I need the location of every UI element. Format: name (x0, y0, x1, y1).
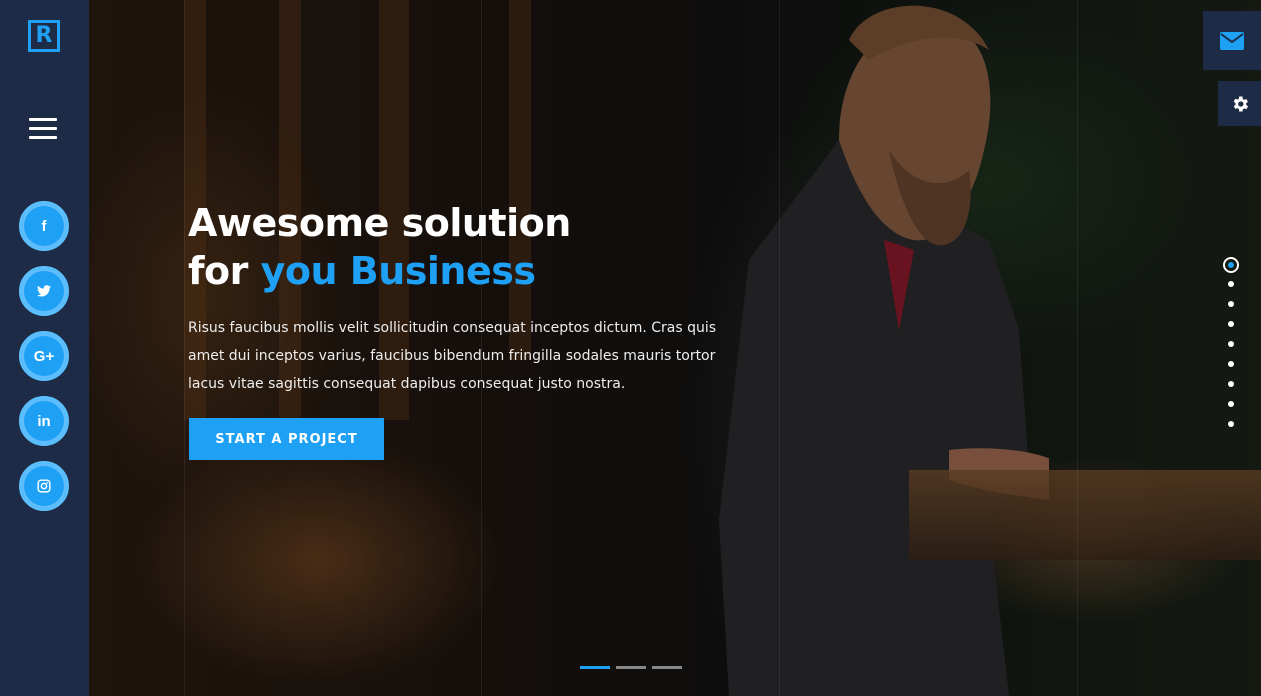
slider-dot[interactable] (1228, 421, 1234, 427)
slider-dot[interactable] (1228, 401, 1234, 407)
hero-title-line1: Awesome solution (188, 201, 571, 245)
slider-dot[interactable] (1228, 361, 1234, 367)
slider-dot[interactable] (1228, 381, 1234, 387)
envelope-icon (1220, 31, 1244, 50)
mail-button[interactable] (1203, 11, 1261, 70)
grid-line (1077, 0, 1078, 696)
google-plus-icon[interactable]: G+ (19, 331, 69, 381)
hamburger-icon[interactable] (29, 116, 57, 142)
linkedin-icon[interactable]: in (19, 396, 69, 446)
hero-title-accent: you Business (260, 249, 536, 293)
instagram-camera-icon (37, 479, 51, 493)
slider-dot[interactable] (1228, 281, 1234, 287)
slider-dot[interactable] (1228, 321, 1234, 327)
grid-line (779, 0, 780, 696)
settings-button[interactable] (1218, 81, 1261, 126)
slider-dot[interactable] (1228, 341, 1234, 347)
hero-section: Awesome solution for you Business Risus … (89, 0, 1261, 696)
slider-dot[interactable] (1228, 301, 1234, 307)
sidebar: R f G+ in (0, 0, 89, 696)
twitter-icon[interactable] (19, 266, 69, 316)
pager-bar[interactable] (580, 666, 610, 669)
twitter-bird-icon (37, 285, 51, 297)
logo[interactable]: R (28, 20, 60, 52)
pager-bar[interactable] (652, 666, 682, 669)
slider-dot[interactable] (1223, 257, 1239, 273)
start-project-button[interactable]: START A PROJECT (189, 418, 384, 460)
facebook-glyph: f (41, 217, 47, 235)
pager-bar[interactable] (616, 666, 646, 669)
facebook-icon[interactable]: f (19, 201, 69, 251)
linkedin-glyph: in (37, 412, 51, 430)
gear-icon (1233, 96, 1248, 111)
grid-line (184, 0, 185, 696)
hero-title: Awesome solution for you Business (188, 199, 788, 295)
hero-title-prefix: for (188, 249, 261, 293)
instagram-icon[interactable] (19, 461, 69, 511)
hero-description: Risus faucibus mollis velit sollicitudin… (188, 320, 717, 392)
google-plus-glyph: G+ (33, 347, 55, 365)
